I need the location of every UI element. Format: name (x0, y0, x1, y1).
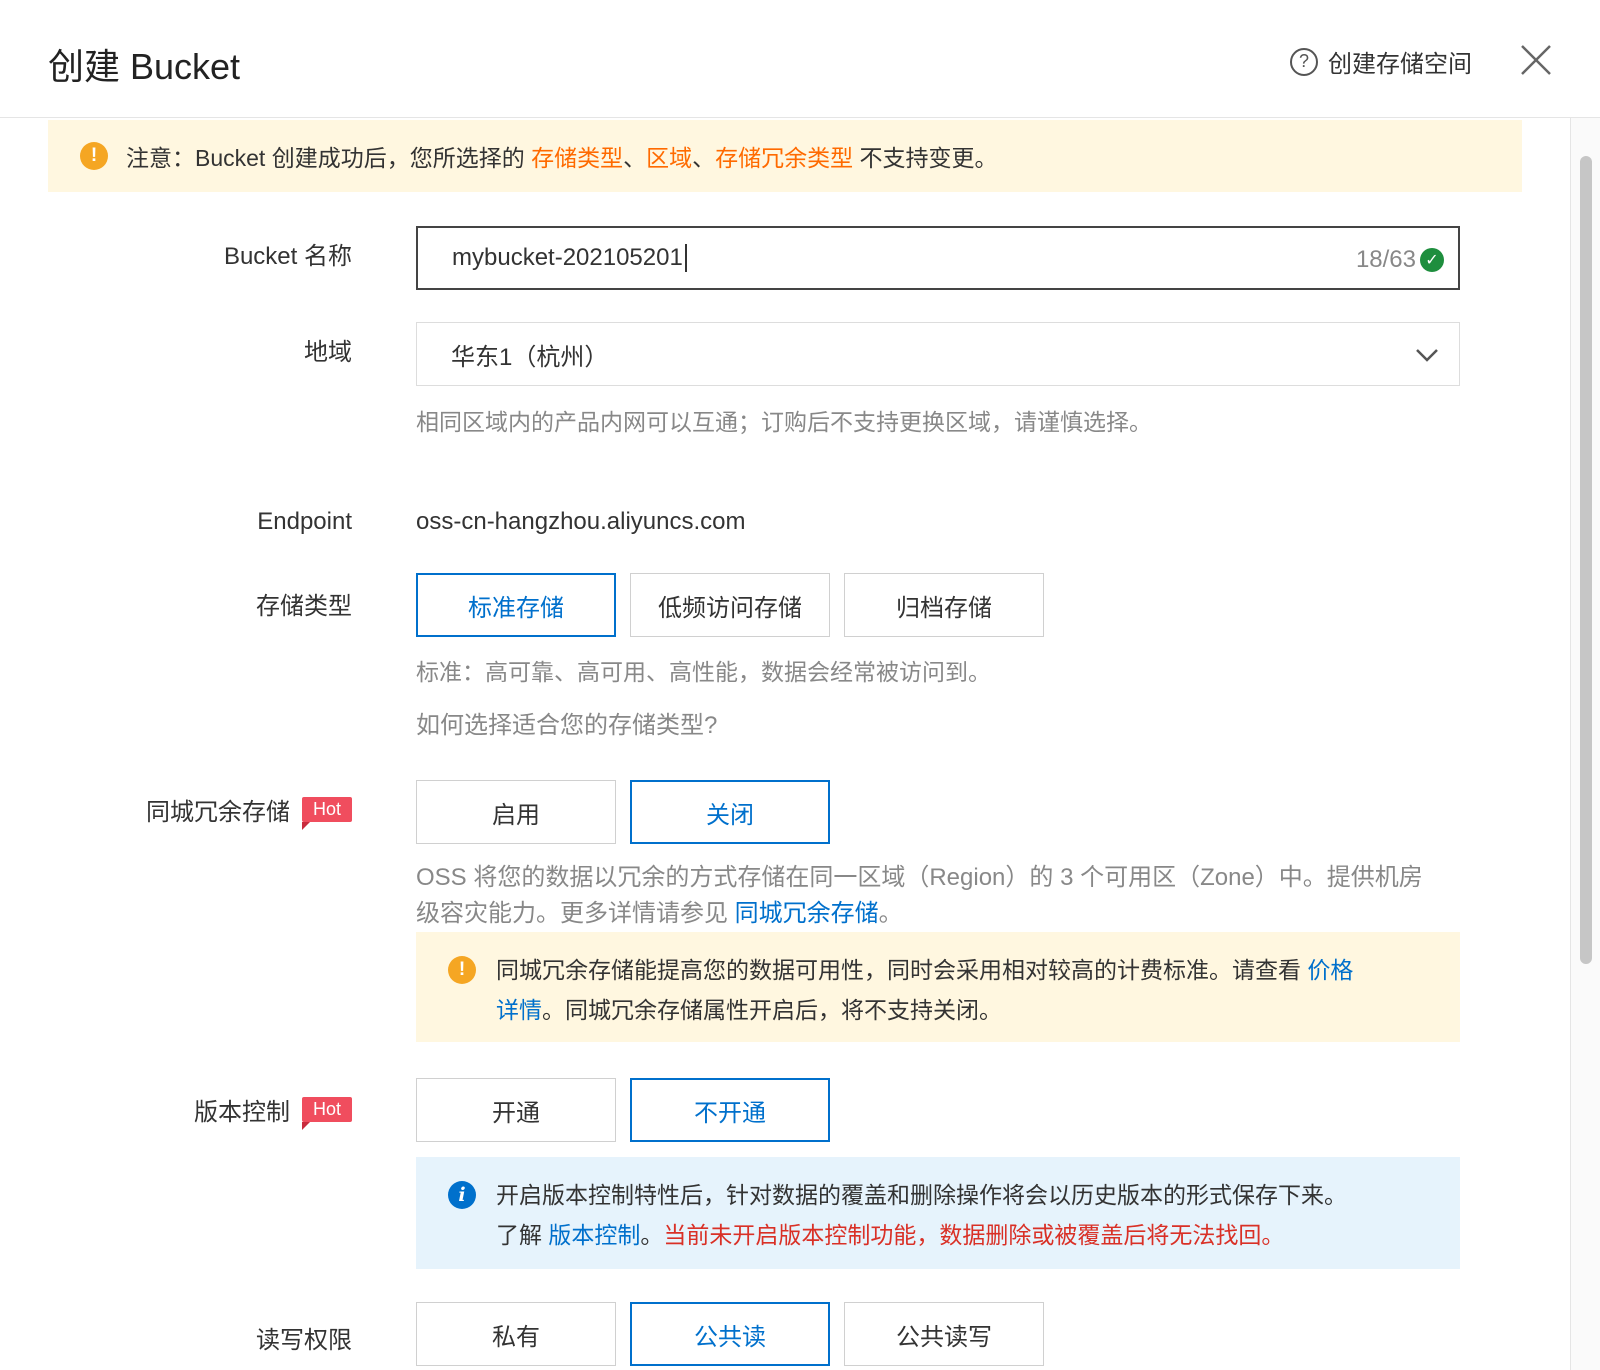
dialog-title: 创建 Bucket (48, 46, 241, 87)
storage-class-label-text: 存储类型 (256, 593, 352, 620)
versioning-info-line2: 了解 版本控制。当前未开启版本控制功能，数据删除或被覆盖后将无法找回。 (496, 1215, 1347, 1255)
endpoint-label: Endpoint (257, 508, 352, 536)
pricing-details-link[interactable]: 详情 (496, 997, 542, 1023)
close-icon[interactable] (1516, 40, 1556, 80)
storage-class-standard-option[interactable]: 标准存储 (416, 573, 616, 637)
versioning-info-prefix: 了解 (496, 1222, 549, 1248)
versioning-enable-option[interactable]: 开通 (416, 1078, 616, 1142)
text-caret (684, 244, 687, 272)
region-label-text: 地域 (304, 339, 352, 366)
hot-badge: Hot (301, 1097, 352, 1130)
acl-public-read-option[interactable]: 公共读 (630, 1302, 830, 1366)
versioning-doc-link[interactable]: 版本控制 (548, 1222, 640, 1248)
dialog-header: 创建 Bucket ? 创建存储空间 (0, 0, 1600, 118)
notice-suffix: 不支持变更。 (853, 145, 998, 171)
region-value: 华东1（杭州） (451, 343, 609, 371)
scrollbar-thumb[interactable] (1580, 156, 1592, 964)
info-icon: i (448, 1181, 476, 1209)
storage-class-archive-option[interactable]: 归档存储 (844, 573, 1044, 637)
bucket-name-label: Bucket 名称 (224, 236, 352, 271)
notice-sep: 、 (623, 145, 647, 171)
zone-redundant-alert-text: 同城冗余存储能提高您的数据可用性，同时会采用相对较高的计费标准。请查看 价格详情… (496, 950, 1353, 1030)
notice-banner: ! 注意：Bucket 创建成功后，您所选择的 存储类型、区域、存储冗余类型 不… (48, 120, 1522, 192)
acl-private-option[interactable]: 私有 (416, 1302, 616, 1366)
zone-redundant-hint: OSS 将您的数据以冗余的方式存储在同一区域（Region）的 3 个可用区（Z… (416, 860, 1423, 932)
region-hint: 相同区域内的产品内网可以互通；订购后不支持更换区域，请谨慎选择。 (416, 409, 1152, 435)
versioning-info-row: i 开启版本控制特性后，针对数据的覆盖和删除操作将会以历史版本的形式保存下来。 … (448, 1175, 1428, 1255)
zone-redundant-label-text: 同城冗余存储 (145, 799, 290, 826)
warning-icon: ! (80, 142, 108, 170)
region-label: 地域 (304, 332, 352, 367)
storage-class-hint: 标准：高可靠、高可用、高性能，数据会经常被访问到。 (416, 659, 991, 685)
acl-public-read-write-option[interactable]: 公共读写 (844, 1302, 1044, 1366)
notice-item-storage-class: 存储类型 (531, 145, 624, 171)
endpoint-label-text: Endpoint (257, 508, 352, 535)
zone-redundant-alert: ! 同城冗余存储能提高您的数据可用性，同时会采用相对较高的计费标准。请查看 价格… (416, 932, 1460, 1042)
notice-sep: 、 (692, 145, 716, 171)
zone-redundant-hint-line1: OSS 将您的数据以冗余的方式存储在同一区域（Region）的 3 个可用区（Z… (416, 864, 1423, 891)
endpoint-value: oss-cn-hangzhou.aliyuncs.com (416, 508, 746, 535)
help-icon: ? (1290, 47, 1318, 76)
scrollbar[interactable] (1570, 118, 1600, 1370)
zone-redundant-hint-end: 。 (878, 900, 903, 927)
bucket-name-input[interactable]: mybucket-202105201 18/63 ✓ (416, 226, 1460, 290)
versioning-disable-option[interactable]: 不开通 (630, 1078, 830, 1142)
zone-redundant-alert-row: ! 同城冗余存储能提高您的数据可用性，同时会采用相对较高的计费标准。请查看 价格… (448, 950, 1428, 1030)
notice-item-redundancy: 存储冗余类型 (715, 145, 854, 171)
hot-badge: Hot (301, 797, 352, 830)
notice-item-region: 区域 (646, 145, 693, 171)
char-counter: 18/63 ✓ (1356, 246, 1444, 274)
versioning-info-box: i 开启版本控制特性后，针对数据的覆盖和删除操作将会以历史版本的形式保存下来。 … (416, 1157, 1460, 1269)
versioning-info-text: 开启版本控制特性后，针对数据的覆盖和删除操作将会以历史版本的形式保存下来。 了解… (496, 1175, 1347, 1255)
region-select[interactable]: 华东1（杭州） (416, 322, 1460, 386)
notice-prefix: 注意：Bucket 创建成功后，您所选择的 (126, 145, 532, 171)
acl-label: 读写权限 (256, 1320, 352, 1355)
versioning-label-text: 版本控制 (193, 1099, 290, 1126)
versioning-info-dot: 。 (640, 1222, 664, 1248)
zone-redundant-alert-text2: 。同城冗余存储属性开启后，将不支持关闭。 (542, 997, 1002, 1023)
storage-class-ia-option[interactable]: 低频访问存储 (630, 573, 830, 637)
versioning-label: 版本控制 Hot (193, 1092, 352, 1130)
zone-redundant-hint-line2-text: 级容灾能力。更多详情请参见 (416, 900, 735, 927)
storage-class-help-link[interactable]: 如何选择适合您的存储类型? (416, 708, 717, 744)
notice-text: 注意：Bucket 创建成功后，您所选择的 存储类型、区域、存储冗余类型 不支持… (126, 139, 998, 173)
zone-redundant-label: 同城冗余存储 Hot (145, 792, 352, 830)
char-counter-text: 18/63 (1355, 246, 1416, 273)
chevron-down-icon (1416, 349, 1438, 362)
check-circle-icon: ✓ (1420, 248, 1444, 272)
acl-label-text: 读写权限 (256, 1327, 352, 1354)
versioning-warning-text: 当前未开启版本控制功能，数据删除或被覆盖后将无法找回。 (663, 1222, 1285, 1248)
zone-redundant-hint-line2: 级容灾能力。更多详情请参见 同城冗余存储。 (416, 896, 1423, 932)
versioning-info-line1: 开启版本控制特性后，针对数据的覆盖和删除操作将会以历史版本的形式保存下来。 (496, 1182, 1347, 1208)
help-link[interactable]: ? 创建存储空间 (1290, 44, 1472, 79)
pricing-link[interactable]: 价格 (1307, 957, 1353, 983)
warning-icon: ! (448, 956, 476, 984)
help-label: 创建存储空间 (1328, 51, 1472, 78)
zone-redundant-alert-text1: 同城冗余存储能提高您的数据可用性，同时会采用相对较高的计费标准。请查看 (496, 957, 1308, 983)
zone-redundant-enable-option[interactable]: 启用 (416, 780, 616, 844)
zone-redundant-disable-option[interactable]: 关闭 (630, 780, 830, 844)
bucket-name-value: mybucket-202105201 (452, 244, 683, 271)
storage-class-label: 存储类型 (256, 586, 352, 621)
zone-redundant-doc-link[interactable]: 同城冗余存储 (735, 900, 879, 927)
bucket-name-label-text: Bucket 名称 (223, 243, 352, 270)
